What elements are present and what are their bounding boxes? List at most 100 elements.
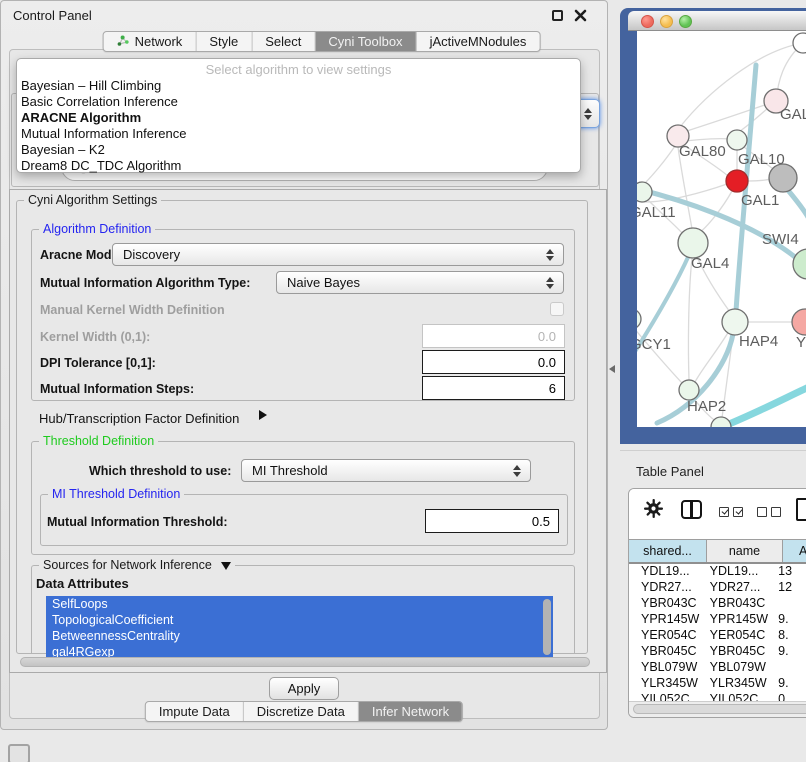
- tab-cyni-toolbox[interactable]: Cyni Toolbox: [315, 32, 416, 51]
- control-panel-window: Control Panel Network Style Select Cyni Too…: [0, 0, 608, 730]
- node-label: Y: [796, 334, 806, 351]
- attribute-item-topologicalcoefficient[interactable]: TopologicalCoefficient: [46, 612, 553, 628]
- column-header-shared[interactable]: shared...: [629, 540, 707, 562]
- tab-select[interactable]: Select: [252, 32, 315, 51]
- minimize-window-icon[interactable]: [660, 15, 673, 28]
- table-row[interactable]: YBR045CYBR045C9.: [629, 644, 806, 660]
- panel-divider[interactable]: [620, 450, 806, 451]
- sources-title-text: Sources for Network Inference: [43, 558, 212, 572]
- network-node-y[interactable]: [792, 309, 806, 335]
- combo-spinner-icon: [545, 244, 555, 265]
- tab-label: Cyni Toolbox: [328, 34, 402, 49]
- network-edge[interactable]: [688, 258, 692, 380]
- aracne-mode-value: Discovery: [123, 247, 180, 262]
- table-row[interactable]: YLR345WYLR345W9.: [629, 676, 806, 692]
- network-node-gal1[interactable]: [726, 170, 748, 192]
- table-row[interactable]: YBR043CYBR043C: [629, 596, 806, 612]
- node-label: GAL: [780, 106, 806, 123]
- table-row[interactable]: YER054CYER054C8.: [629, 628, 806, 644]
- tab-jactivemnodules[interactable]: jActiveMNodules: [417, 32, 540, 51]
- mi-threshold-field[interactable]: 0.5: [425, 509, 559, 533]
- tab-style[interactable]: Style: [196, 32, 252, 51]
- network-node-hap2[interactable]: [679, 380, 699, 400]
- network-window-titlebar[interactable]: [628, 11, 806, 31]
- which-threshold-combo[interactable]: MI Threshold: [241, 459, 531, 482]
- column-header-name[interactable]: name: [707, 540, 783, 562]
- mi-steps-field[interactable]: 6: [422, 376, 565, 400]
- zoom-window-icon[interactable]: [679, 15, 692, 28]
- network-node-hap4[interactable]: [722, 309, 748, 335]
- network-node-swi4[interactable]: [793, 249, 806, 279]
- tab-discretize-data[interactable]: Discretize Data: [244, 702, 359, 721]
- tab-impute-data[interactable]: Impute Data: [146, 702, 244, 721]
- manual-kernel-checkbox[interactable]: [550, 302, 564, 316]
- network-edge[interactable]: [717, 387, 806, 427]
- attribute-item-selfloops[interactable]: SelfLoops: [46, 596, 553, 612]
- data-attributes-list[interactable]: SelfLoopsTopologicalCoefficientBetweenne…: [46, 596, 553, 660]
- network-edge[interactable]: [685, 139, 729, 141]
- network-edge[interactable]: [787, 189, 806, 219]
- network-node-gal11[interactable]: [637, 182, 652, 202]
- table-cell: YBR045C: [629, 644, 702, 660]
- mi-type-value: Naive Bayes: [287, 275, 360, 290]
- list-scrollbar-thumb[interactable]: [543, 599, 551, 655]
- attribute-item-betweennesscentrality[interactable]: BetweennessCentrality: [46, 628, 553, 644]
- network-node[interactable]: [769, 164, 797, 192]
- split-column-icon[interactable]: [681, 500, 702, 519]
- table-cell: [772, 596, 806, 612]
- network-node[interactable]: [793, 33, 806, 53]
- table-row[interactable]: YIL052CYIL052C0.: [629, 692, 806, 701]
- tab-label: Discretize Data: [257, 704, 345, 719]
- node-label: GAL11: [637, 204, 676, 221]
- gear-icon[interactable]: [644, 499, 663, 523]
- select-all-columns-icon[interactable]: [719, 504, 747, 522]
- table-hscrollbar[interactable]: [629, 701, 806, 717]
- tab-network[interactable]: Network: [104, 32, 197, 51]
- function-builder-icon[interactable]: [796, 498, 806, 521]
- sources-group-title: Sources for Network Inference: [39, 558, 235, 572]
- algorithm-option-bayesian-hill-climbing[interactable]: Bayesian – Hill Climbing: [17, 78, 580, 94]
- tab-label: Select: [265, 34, 301, 49]
- mi-type-combo[interactable]: Naive Bayes: [276, 271, 564, 294]
- network-node-gal4[interactable]: [678, 228, 708, 258]
- algorithm-option-bayesian-k2[interactable]: Bayesian – K2: [17, 142, 580, 158]
- network-node[interactable]: [711, 417, 731, 427]
- pane-collapse-handle-icon[interactable]: [609, 365, 615, 373]
- network-edge[interactable]: [747, 179, 770, 181]
- kernel-width-label: Kernel Width (0,1):: [40, 330, 150, 344]
- table-row[interactable]: YDL19...YDL19...13: [629, 564, 806, 580]
- table-row[interactable]: YDR27...YDR27...12: [629, 580, 806, 596]
- table-cell: YIL052C: [702, 692, 773, 701]
- algorithm-option-dream8-dc-tdc-algorithm[interactable]: Dream8 DC_TDC Algorithm: [17, 158, 580, 174]
- tab-infer-network[interactable]: Infer Network: [359, 702, 462, 721]
- algorithm-option-mutual-information-inference[interactable]: Mutual Information Inference: [17, 126, 580, 142]
- apply-button[interactable]: Apply: [269, 677, 339, 700]
- close-window-icon[interactable]: [641, 15, 654, 28]
- tab-label: Style: [209, 34, 238, 49]
- float-panel-icon[interactable]: [552, 10, 563, 21]
- algorithm-option-basic-correlation-inference[interactable]: Basic Correlation Inference: [17, 94, 580, 110]
- expand-arrow-icon[interactable]: [259, 410, 267, 420]
- collapse-arrow-icon[interactable]: [221, 562, 231, 570]
- close-panel-icon[interactable]: [574, 9, 587, 22]
- dpi-tolerance-field[interactable]: 0.0: [422, 350, 565, 374]
- aracne-mode-combo[interactable]: Discovery: [112, 243, 564, 266]
- column-header-a[interactable]: A: [783, 540, 806, 562]
- node-label: HAP4: [739, 333, 778, 350]
- network-canvas[interactable]: GALGAL80GAL10GAL1GAL11GAL4SWI4GCY1HAP4YH…: [637, 31, 806, 427]
- control-panel-titlebar[interactable]: Control Panel: [1, 1, 607, 29]
- collapsed-panel-icon[interactable]: [8, 744, 30, 762]
- cyni-algorithm-settings-group: Cyni Algorithm Settings Algorithm Defini…: [16, 200, 588, 654]
- deselect-all-columns-icon[interactable]: [757, 504, 785, 522]
- network-edge[interactable]: [687, 101, 776, 131]
- network-node-gcy1[interactable]: [637, 309, 641, 329]
- hub-section-label: Hub/Transcription Factor Definition: [39, 411, 239, 426]
- table-row[interactable]: YBL079WYBL079W: [629, 660, 806, 676]
- settings-hscrollbar[interactable]: [18, 656, 592, 669]
- algorithm-option-aracne-algorithm[interactable]: ARACNE Algorithm: [17, 110, 580, 126]
- network-node-gal10[interactable]: [727, 130, 747, 150]
- table-row[interactable]: YPR145WYPR145W9.: [629, 612, 806, 628]
- network-edge[interactable]: [645, 146, 675, 183]
- table-cell: YDR27...: [629, 580, 702, 596]
- kernel-width-field[interactable]: 0.0: [422, 324, 565, 348]
